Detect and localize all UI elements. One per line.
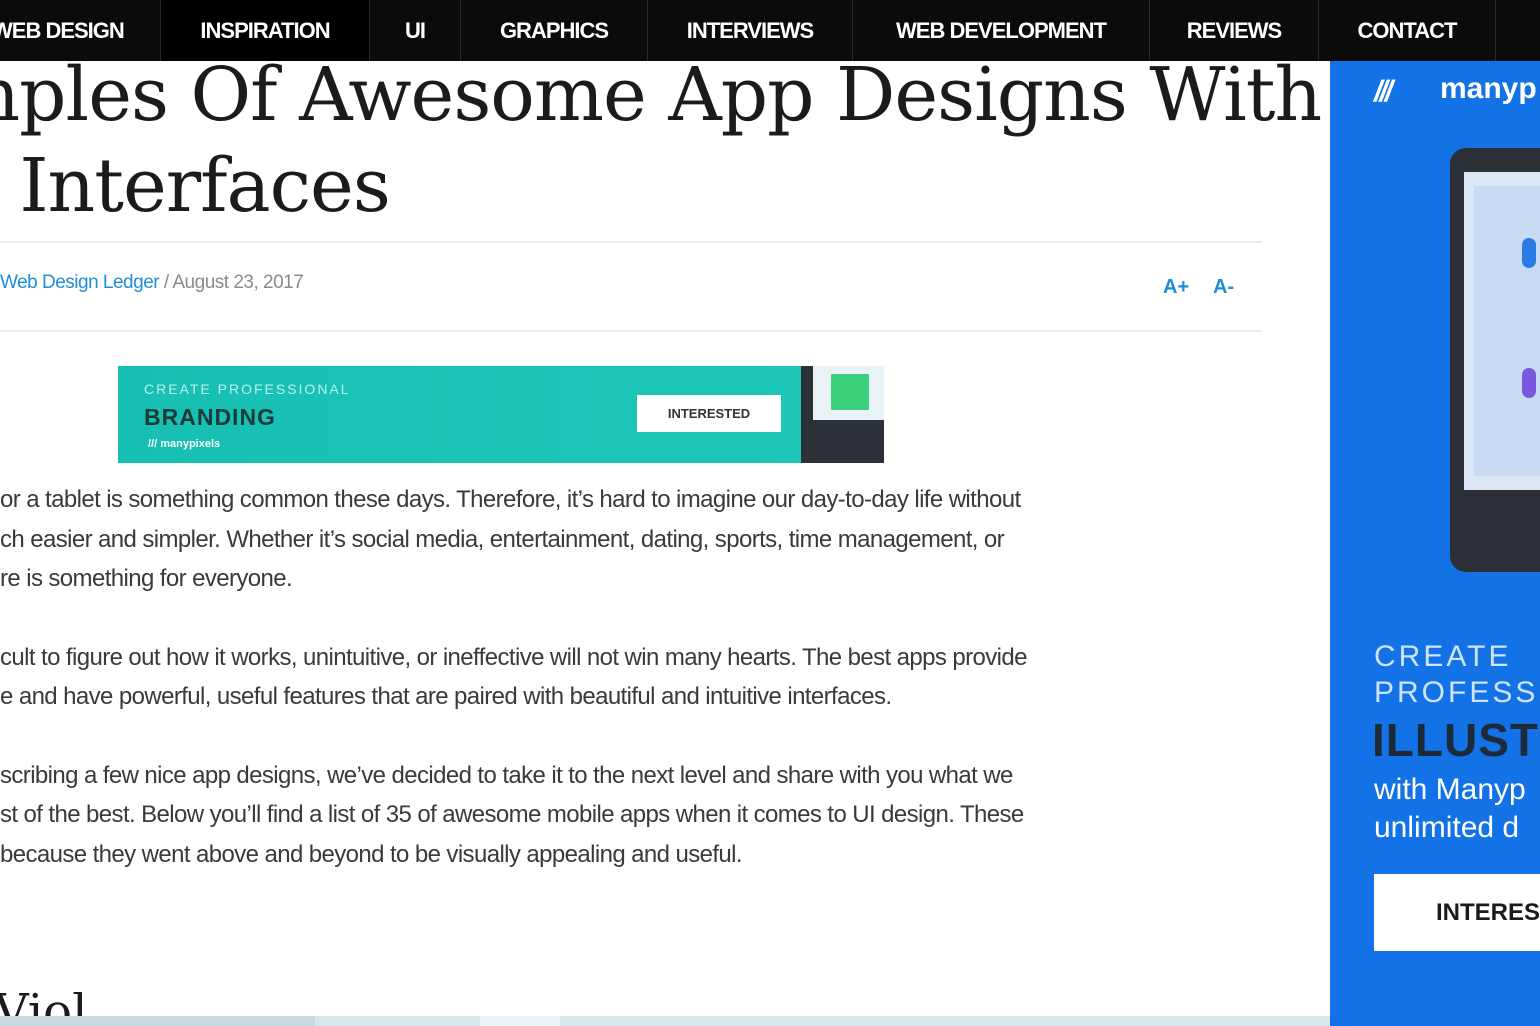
tablet-screen-content bbox=[1474, 186, 1540, 476]
paragraph: scribing a few nice app designs, we’ve d… bbox=[0, 756, 1280, 875]
nav-item-label: UI bbox=[405, 17, 426, 43]
nav-item-label: INSPIRATION bbox=[200, 17, 330, 43]
paragraph-line: e and have powerful, useful features tha… bbox=[0, 683, 892, 710]
sidebar-ad-kicker-line: PROFESSI bbox=[1374, 676, 1540, 709]
banner-ad-headline: BRANDING bbox=[144, 404, 276, 430]
sidebar-ad-cta-button[interactable]: INTERES bbox=[1374, 874, 1540, 951]
publish-date: / August 23, 2017 bbox=[159, 272, 304, 293]
banner-ad-brand: /// manypixels bbox=[148, 438, 221, 450]
article-title-line-1: mples Of Awesome App Designs With bbox=[0, 52, 1322, 138]
paragraph-line: or a tablet is something common these da… bbox=[0, 486, 1021, 513]
sidebar-ad-kicker-line: CREATE bbox=[1374, 640, 1512, 673]
nav-item-label: REVIEWS bbox=[1186, 17, 1282, 43]
sidebar-ad-subtext-line: unlimited d bbox=[1374, 811, 1520, 844]
section-heading: Viol bbox=[0, 992, 87, 1016]
article-body: or a tablet is something common these da… bbox=[0, 480, 1280, 913]
decrease-font-button[interactable]: A- bbox=[1213, 276, 1234, 299]
monitor-illustration bbox=[801, 366, 884, 463]
increase-font-button[interactable]: A+ bbox=[1163, 276, 1189, 299]
image-strip-segment bbox=[480, 1016, 560, 1026]
image-strip-segment bbox=[0, 1016, 315, 1026]
article-title-line-2: e Interfaces bbox=[0, 143, 391, 229]
image-preview-strip bbox=[0, 1016, 1330, 1026]
author-link[interactable]: Web Design Ledger bbox=[0, 272, 160, 293]
tablet-screen bbox=[1464, 172, 1540, 490]
banner-ad[interactable]: CREATE PROFESSIONAL BRANDING /// manypix… bbox=[118, 366, 884, 463]
nav-item-contact[interactable]: CONTACT bbox=[1319, 0, 1496, 61]
nav-item-label: INTERVIEWS bbox=[686, 17, 815, 43]
illustration-shape bbox=[1522, 238, 1536, 268]
tablet-illustration bbox=[1450, 148, 1540, 572]
paragraph-line: because they went above and beyond to be… bbox=[0, 840, 743, 868]
divider bbox=[0, 241, 1262, 243]
nav-item-label: GRAPHICS bbox=[499, 17, 609, 43]
sidebar-ad-headline: ILLUST bbox=[1372, 714, 1539, 766]
paragraph-line: cult to figure out how it works, unintui… bbox=[0, 643, 1027, 671]
paragraph: or a tablet is something common these da… bbox=[0, 480, 1280, 599]
sidebar-ad-subtext-line: with Manyp bbox=[1374, 773, 1526, 806]
sidebar-ad[interactable]: /// manyp CREATE PROFESSI ILLUST with Ma… bbox=[1330, 61, 1540, 1026]
banner-ad-cta-button[interactable]: INTERESTED bbox=[637, 395, 781, 432]
nav-item-label: WEB DEVELOPMENT bbox=[896, 17, 1107, 43]
banner-ad-kicker: CREATE PROFESSIONAL bbox=[144, 381, 351, 397]
article-title: mples Of Awesome App Designs With e Inte… bbox=[0, 50, 1322, 232]
divider bbox=[0, 330, 1262, 332]
paragraph-line: re is something for everyone. bbox=[0, 565, 293, 592]
paragraph-line: ch easier and simpler. Whether it’s soci… bbox=[0, 525, 1005, 553]
paragraph-line: st of the best. Below you’ll find a list… bbox=[0, 801, 1024, 828]
nav-item-label: CONTACT bbox=[1357, 17, 1458, 43]
monitor-screen bbox=[813, 366, 884, 420]
sidebar-ad-logo-text: manyp bbox=[1440, 72, 1537, 105]
paragraph: cult to figure out how it works, unintui… bbox=[0, 638, 1280, 717]
illustration-shape bbox=[1522, 368, 1536, 398]
screen-block bbox=[831, 374, 869, 410]
manypixels-logo-icon: /// bbox=[1374, 75, 1393, 108]
nav-item-label: WEB DESIGN bbox=[0, 17, 125, 43]
article-meta: Web Design Ledger / August 23, 2017 bbox=[0, 272, 304, 294]
sidebar-ad-subtext: with Manyp unlimited d bbox=[1374, 771, 1526, 847]
paragraph-line: scribing a few nice app designs, we’ve d… bbox=[0, 761, 1013, 789]
sidebar-ad-kicker: CREATE PROFESSI bbox=[1374, 639, 1540, 711]
